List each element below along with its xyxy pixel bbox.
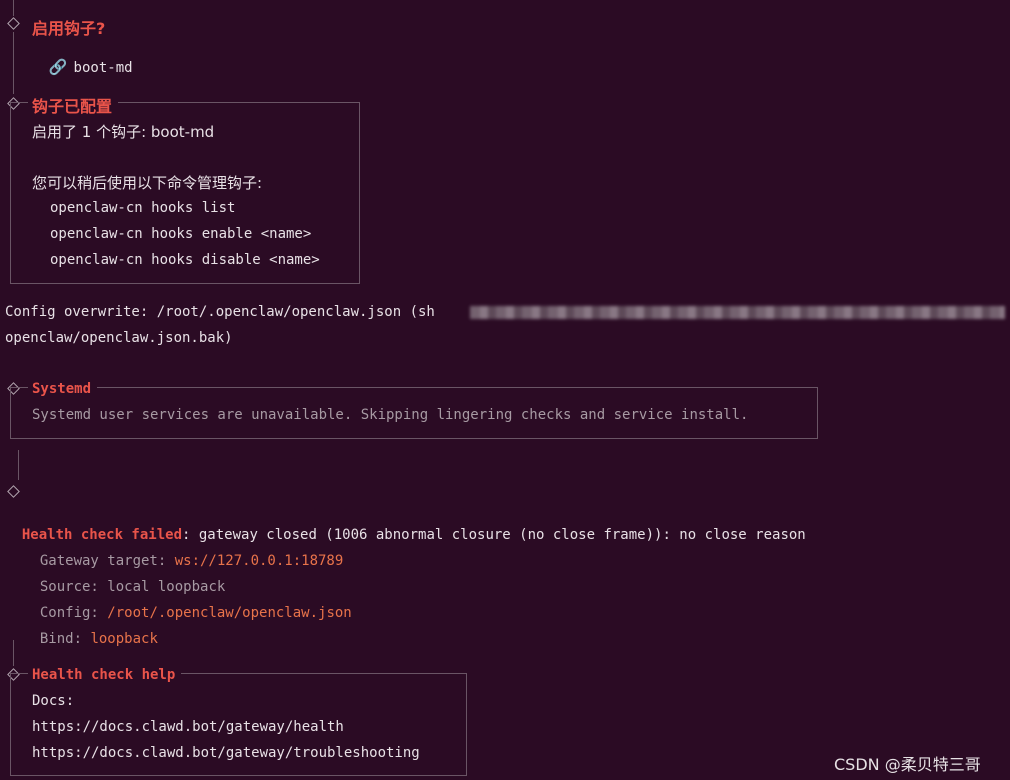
hooks-prompt-selection: 🔗 boot-md — [32, 42, 133, 76]
hooks-enabled-line: 启用了 1 个钩子: boot-md — [32, 123, 215, 141]
health-help-title: Health check help — [28, 667, 182, 683]
config-overwrite-line: Config overwrite: /root/.openclaw/opencl… — [5, 304, 435, 320]
hooks-manage-line: 您可以稍后使用以下命令管理钩子: — [32, 174, 263, 192]
hooks-prompt-title: 启用钩子? — [32, 19, 106, 38]
hook-command: openclaw-cn hooks list — [50, 200, 236, 216]
config-backup-line: openclaw/openclaw.json.bak) — [5, 330, 233, 346]
systemd-title: Systemd — [28, 381, 98, 397]
tree-line — [13, 640, 14, 666]
section-diamond-icon — [7, 485, 20, 498]
tree-line — [18, 450, 19, 480]
redacted-path-blur — [470, 306, 1005, 319]
hooks-prompt-value: boot-md — [73, 60, 133, 76]
csdn-watermark: CSDN @柔贝特三哥 — [834, 755, 981, 774]
hook-command: openclaw-cn hooks enable <name> — [50, 226, 312, 242]
docs-link-health[interactable]: https://docs.clawd.bot/gateway/health — [32, 719, 344, 735]
tree-line — [13, 0, 14, 16]
systemd-message: Systemd user services are unavailable. S… — [32, 407, 749, 423]
hooks-configured-title: 钩子已配置 — [28, 93, 119, 117]
hook-command: openclaw-cn hooks disable <name> — [50, 252, 320, 268]
docs-label: Docs: — [32, 693, 75, 709]
docs-link-troubleshooting[interactable]: https://docs.clawd.bot/gateway/troublesh… — [32, 745, 420, 761]
tree-line — [13, 32, 14, 94]
bind-value: loopback — [90, 631, 158, 647]
link-icon: 🔗 — [48, 58, 68, 76]
detail-bind: Bind: loopback — [39, 631, 158, 647]
prompt-diamond-icon — [7, 17, 20, 30]
